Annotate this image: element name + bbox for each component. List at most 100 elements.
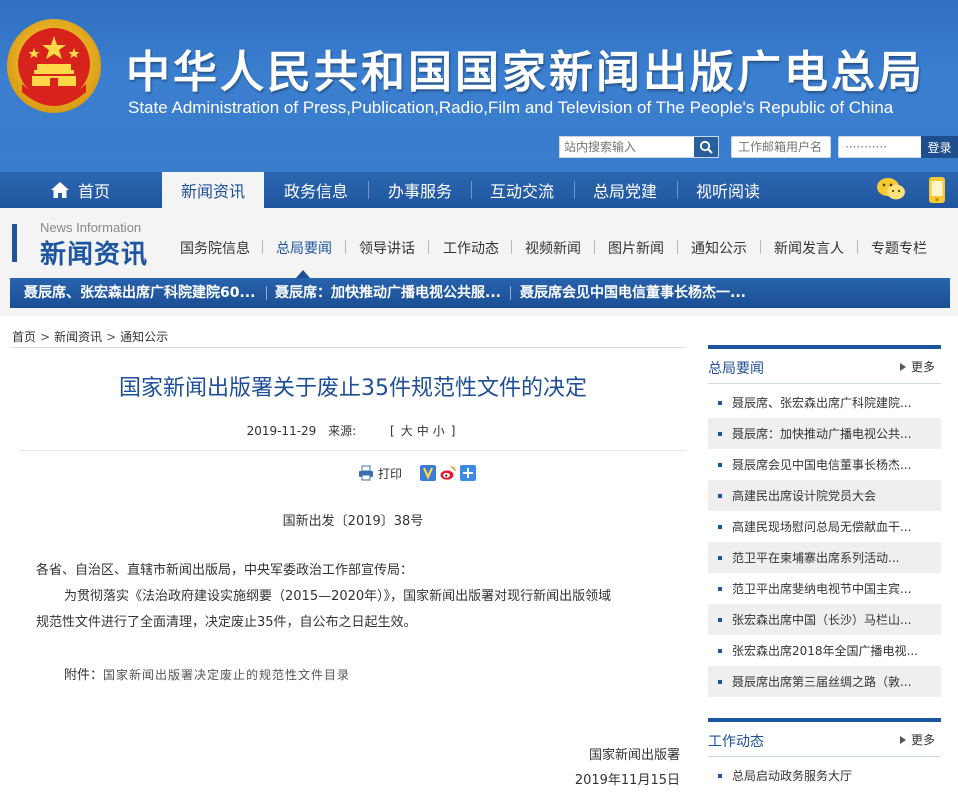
nav-party-building[interactable]: 总局党建 <box>575 172 675 208</box>
bullet-icon <box>718 431 722 436</box>
search-icon <box>699 140 713 154</box>
bullet-icon <box>718 462 722 467</box>
sidebar-more-label: 更多 <box>910 360 935 374</box>
sidebar-news-item[interactable]: 高建民出席设计院党员大会 <box>708 480 941 511</box>
bullet-icon <box>718 648 722 653</box>
breadcrumb-news[interactable]: 新闻资讯 <box>54 330 102 344</box>
breadcrumb-home[interactable]: 首页 <box>12 330 36 344</box>
mail-password-input[interactable] <box>839 137 921 157</box>
sidebar-news-item[interactable]: 聂辰席：加快推动广播电视公共... <box>708 418 941 449</box>
article-attachment: 附件：国家新闻出版署决定废止的规范性文件目录 <box>64 664 350 683</box>
mobile-phone-icon[interactable] <box>928 176 946 204</box>
sidebar-news-item[interactable]: 范卫平在柬埔寨出席系列活动... <box>708 542 941 573</box>
sidebar-box-header-headlines: 总局要闻 更多 <box>708 352 941 384</box>
nav-news[interactable]: 新闻资讯 <box>162 172 264 208</box>
sidebar-news-text: 张宏森出席中国（长沙）马栏山... <box>732 613 912 627</box>
breadcrumb-divider <box>10 347 686 348</box>
sidebar-news-text: 高建民现场慰问总局无偿献血干... <box>732 520 912 534</box>
signature-date: 2019年11月15日 <box>574 773 680 788</box>
article-title: 国家新闻出版署关于废止35件规范性文件的决定 <box>119 376 587 401</box>
nav-av-reading[interactable]: 视听阅读 <box>678 172 778 208</box>
printer-icon <box>359 465 373 481</box>
share-qzone-icon[interactable] <box>420 465 437 481</box>
ticker-item[interactable]: 聂辰席、张宏森出席广科院建院60... <box>24 278 255 308</box>
article-meta: 2019-11-29 来源: [ 大中小] <box>20 422 686 439</box>
subnav-divider <box>594 240 595 254</box>
font-size-medium[interactable]: 中 <box>417 424 429 438</box>
bullet-icon <box>718 493 722 498</box>
subnav-photo-news[interactable]: 图片新闻 <box>608 238 664 258</box>
sidebar-news-item[interactable]: 聂辰席会见中国电信董事长杨杰... <box>708 449 941 480</box>
sidebar-box-divider <box>708 756 941 757</box>
sidebar-more-link[interactable]: 更多 <box>899 358 935 375</box>
sidebar-news-text: 范卫平出席斐纳电视节中国主宾... <box>732 582 912 596</box>
login-button[interactable]: 登录 <box>921 136 958 158</box>
sidebar-news-item[interactable]: 聂辰席出席第三届丝绸之路（敦... <box>708 666 941 697</box>
home-icon <box>50 182 69 198</box>
attachment-link[interactable]: 国家新闻出版署决定废止的规范性文件目录 <box>103 668 350 682</box>
subnav-divider <box>262 240 263 254</box>
print-button[interactable]: 打印 <box>358 465 402 482</box>
wechat-icon[interactable] <box>876 176 906 202</box>
sidebar-news-item[interactable]: 聂辰席、张宏森出席广科院建院... <box>708 387 941 418</box>
site-banner: 中华人民共和国国家新闻出版广电总局 State Administration o… <box>0 0 958 172</box>
subnav-divider <box>345 240 346 254</box>
mail-username-input[interactable] <box>732 137 830 157</box>
subnav-active-caret <box>296 270 310 278</box>
subnav-headline-news[interactable]: 总局要闻 <box>276 238 332 258</box>
breadcrumb-notices[interactable]: 通知公示 <box>120 330 168 344</box>
sidebar-box-title: 总局要闻 <box>708 361 764 377</box>
sidebar-news-text: 总局启动政务服务大厅 <box>732 769 853 783</box>
sidebar-more-link[interactable]: 更多 <box>899 731 935 748</box>
breadcrumb-separator: > <box>106 330 117 344</box>
sidebar-news-item[interactable]: 张宏森出席中国（长沙）马栏山... <box>708 604 941 635</box>
subnav-notices[interactable]: 通知公示 <box>691 238 747 258</box>
subnav-divider <box>428 240 429 254</box>
search-button[interactable] <box>694 137 718 157</box>
subnav-video-news[interactable]: 视频新闻 <box>525 238 581 258</box>
section-logo: News Information 新闻资讯 <box>12 218 172 270</box>
sidebar-more-label: 更多 <box>910 733 935 747</box>
sidebar-news-item[interactable]: 总局启动政务服务大厅 <box>708 760 941 791</box>
font-size-close-bracket: ] <box>450 424 456 438</box>
subnav-divider <box>760 240 761 254</box>
sidebar-news-text: 范卫平在柬埔寨出席系列活动... <box>732 551 900 565</box>
subnav-leader-speeches[interactable]: 领导讲话 <box>359 238 415 258</box>
site-title-en: State Administration of Press,Publicatio… <box>128 98 894 117</box>
article-date: 2019-11-29 <box>246 424 317 438</box>
mail-username-field-wrap <box>731 136 831 158</box>
sidebar-box-title: 工作动态 <box>708 734 764 750</box>
subnav-spokesperson[interactable]: 新闻发言人 <box>774 238 844 258</box>
nav-services[interactable]: 办事服务 <box>370 172 470 208</box>
font-size-small[interactable]: 小 <box>433 424 445 438</box>
sidebar-box-divider <box>708 383 941 384</box>
section-logo-bar <box>12 224 17 262</box>
sidebar-box-header-work-updates: 工作动态 更多 <box>708 725 941 757</box>
font-size-large[interactable]: 大 <box>401 424 413 438</box>
nav-home[interactable]: 首页 <box>0 172 160 208</box>
sidebar-news-item[interactable]: 张宏森出席2018年全国广播电视... <box>708 635 941 666</box>
bullet-icon <box>718 773 722 778</box>
subnav-divider <box>511 240 512 254</box>
share-weibo-icon[interactable] <box>440 465 456 481</box>
section-title-en: News Information <box>40 220 142 235</box>
breadcrumb: 首页 > 新闻资讯 > 通知公示 <box>12 328 168 345</box>
chevron-right-icon <box>899 735 906 744</box>
subnav-divider <box>857 240 858 254</box>
subnav-special-topics[interactable]: 专题专栏 <box>871 238 927 258</box>
search-input[interactable] <box>560 137 694 157</box>
site-title-cn: 中华人民共和国国家新闻出版广电总局 <box>126 47 925 98</box>
sidebar-news-item[interactable]: 范卫平出席斐纳电视节中国主宾... <box>708 573 941 604</box>
sidebar-news-item[interactable]: 高建民现场慰问总局无偿献血干... <box>708 511 941 542</box>
ticker-item[interactable]: 聂辰席：加快推动广播电视公共服... <box>275 278 501 308</box>
sidebar-box-topbar <box>708 718 941 722</box>
print-label: 打印 <box>378 466 403 481</box>
ticker-item[interactable]: 聂辰席会见中国电信董事长杨杰一... <box>520 278 746 308</box>
font-size-open-bracket: [ <box>390 424 395 438</box>
subnav-work-updates[interactable]: 工作动态 <box>443 238 499 258</box>
nav-interaction[interactable]: 互动交流 <box>472 172 572 208</box>
nav-government-info[interactable]: 政务信息 <box>266 172 366 208</box>
share-more-icon[interactable] <box>460 465 477 481</box>
article-source-label: 来源: <box>328 424 357 438</box>
subnav-state-council[interactable]: 国务院信息 <box>180 238 250 258</box>
